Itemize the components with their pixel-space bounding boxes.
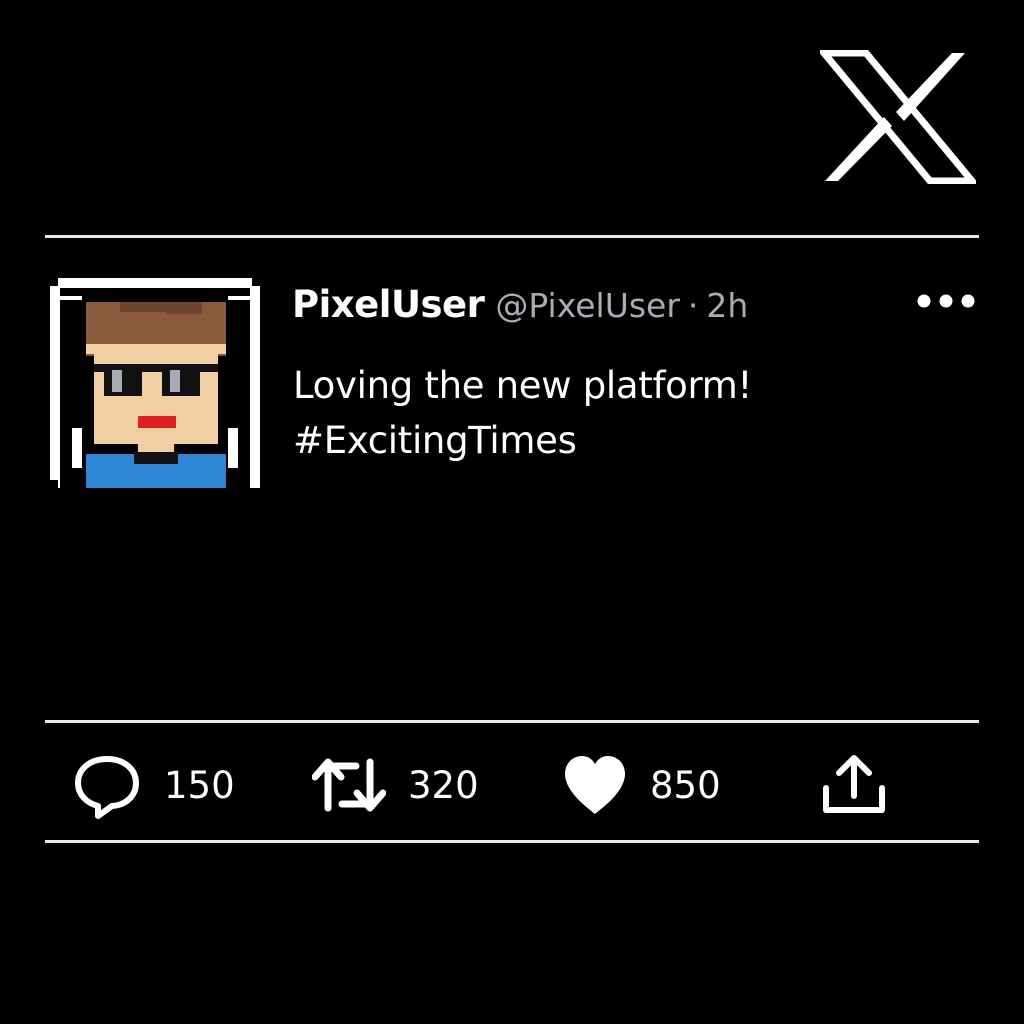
like-button[interactable]: 850 (562, 750, 721, 820)
retweet-count: 320 (408, 763, 479, 807)
user-handle[interactable]: @PixelUser (495, 286, 680, 325)
more-dots-icon (917, 294, 975, 308)
post-timestamp[interactable]: 2h (706, 286, 748, 325)
comment-bubble-icon (75, 756, 139, 819)
like-count: 850 (650, 763, 721, 807)
avatar[interactable] (50, 278, 260, 488)
display-name[interactable]: PixelUser (292, 283, 485, 326)
actions-bottom-divider (45, 840, 979, 843)
hashtag-link[interactable]: #ExcitingTimes (293, 413, 933, 468)
retweet-button[interactable]: 320 (312, 750, 479, 820)
post-text-line: Loving the new platform! (293, 364, 753, 407)
retweet-arrows-icon (312, 758, 386, 812)
more-options-button[interactable] (912, 285, 980, 315)
header-separator: · (687, 286, 699, 325)
post-header: PixelUser @PixelUser · 2h (292, 283, 748, 331)
reply-button[interactable]: 150 (72, 750, 235, 820)
actions-top-divider (45, 720, 979, 723)
top-divider (45, 235, 979, 238)
share-button[interactable] (818, 750, 890, 820)
reply-count: 150 (164, 763, 235, 807)
post-text: Loving the new platform! #ExcitingTimes (293, 358, 933, 468)
heart-icon (565, 756, 625, 814)
share-upload-icon (823, 755, 885, 813)
x-logo-icon (816, 49, 980, 185)
